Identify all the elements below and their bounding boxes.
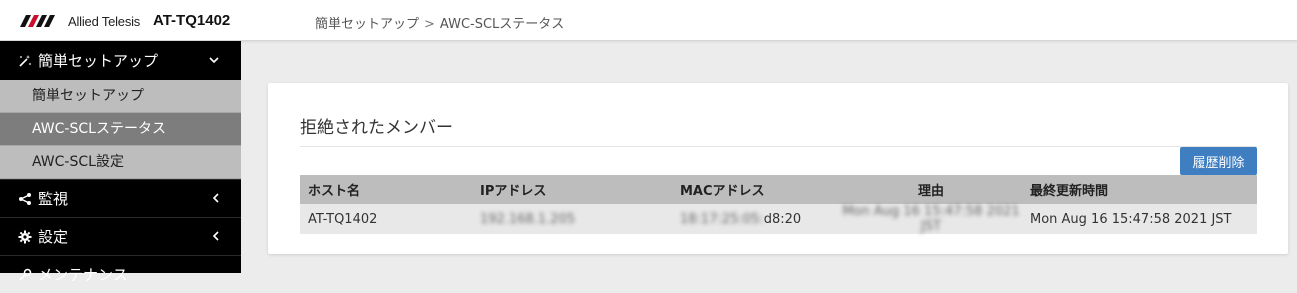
sidebar-item-monitor[interactable]: 監視 xyxy=(0,179,241,217)
sidebar-item-label: 設定 xyxy=(38,228,69,246)
gear-icon xyxy=(18,230,32,244)
sidebar-item-awc-scl-status[interactable]: AWC-SCLステータス xyxy=(0,113,241,146)
sidebar: 簡単セットアップ 簡単セットアップ AWC-SCLステータス AWC-SCL設定… xyxy=(0,41,241,284)
chevron-left-icon xyxy=(212,191,219,207)
rejected-members-card: 拒絶されたメンバー 履歴削除 ホスト名 IPアドレス MACアドレス 理由 最終… xyxy=(268,83,1288,254)
page-title: 拒絶されたメンバー xyxy=(300,118,453,138)
cell-updated: Mon Aug 16 15:47:58 2021 JST xyxy=(1022,204,1257,234)
sidebar-item-maintenance[interactable]: メンテナンス xyxy=(0,255,241,293)
cell-reason: Mon Aug 16 15:47:58 2021 JST xyxy=(832,204,1022,234)
chevron-down-icon xyxy=(209,53,219,67)
breadcrumb-parent[interactable]: 簡単セットアップ xyxy=(315,17,419,32)
brand-logo[interactable]: Allied Telesis xyxy=(20,13,140,29)
chevron-left-icon xyxy=(212,229,219,245)
sidebar-item-settings[interactable]: 設定 xyxy=(0,217,241,255)
sidebar-item-label: メンテナンス xyxy=(38,266,128,284)
sidebar-item-quick-setup[interactable]: 簡単セットアップ xyxy=(0,80,241,113)
column-header-host[interactable]: ホスト名 xyxy=(300,175,472,204)
breadcrumb: 簡単セットアップ > AWC-SCLステータス xyxy=(315,13,564,32)
cell-mac-masked: 18:17:25:05: xyxy=(680,211,764,227)
table-header-row: ホスト名 IPアドレス MACアドレス 理由 最終更新時間 xyxy=(300,175,1257,204)
cell-mac-tail: d8:20 xyxy=(763,211,802,227)
sidebar-section-quick-setup[interactable]: 簡単セットアップ xyxy=(0,41,241,80)
sidebar-item-awc-scl-settings[interactable]: AWC-SCL設定 xyxy=(0,146,241,179)
title-divider xyxy=(300,146,1257,147)
device-model: AT-TQ1402 xyxy=(153,12,231,29)
share-icon xyxy=(18,192,32,206)
rejected-members-table: ホスト名 IPアドレス MACアドレス 理由 最終更新時間 AT-TQ1402 … xyxy=(300,175,1257,234)
column-header-reason[interactable]: 理由 xyxy=(832,175,1022,204)
cell-host: AT-TQ1402 xyxy=(300,204,472,234)
magic-wand-icon xyxy=(18,54,32,68)
cell-ip: 192.168.1.205 xyxy=(472,204,672,234)
clear-history-button[interactable]: 履歴削除 xyxy=(1180,147,1257,175)
table-row[interactable]: AT-TQ1402 192.168.1.205 18:17:25:05:d8:2… xyxy=(300,204,1257,234)
cell-mac: 18:17:25:05:d8:20 xyxy=(672,204,832,234)
column-header-mac[interactable]: MACアドレス xyxy=(672,175,832,204)
cell-reason-value: Mon Aug 16 15:47:58 2021 JST xyxy=(842,204,1020,234)
top-header: Allied Telesis AT-TQ1402 簡単セットアップ > AWC-SC… xyxy=(0,0,1297,41)
breadcrumb-current: AWC-SCLステータス xyxy=(439,17,565,32)
allied-telesis-logo-icon xyxy=(20,15,55,27)
sidebar-section-label: 簡単セットアップ xyxy=(38,52,159,70)
brand-name: Allied Telesis xyxy=(68,13,141,29)
sidebar-item-label: 監視 xyxy=(38,190,69,208)
breadcrumb-separator: > xyxy=(424,17,435,32)
cell-ip-value: 192.168.1.205 xyxy=(480,211,576,227)
wrench-icon xyxy=(18,268,32,282)
column-header-ip[interactable]: IPアドレス xyxy=(472,175,672,204)
column-header-updated[interactable]: 最終更新時間 xyxy=(1022,175,1257,204)
